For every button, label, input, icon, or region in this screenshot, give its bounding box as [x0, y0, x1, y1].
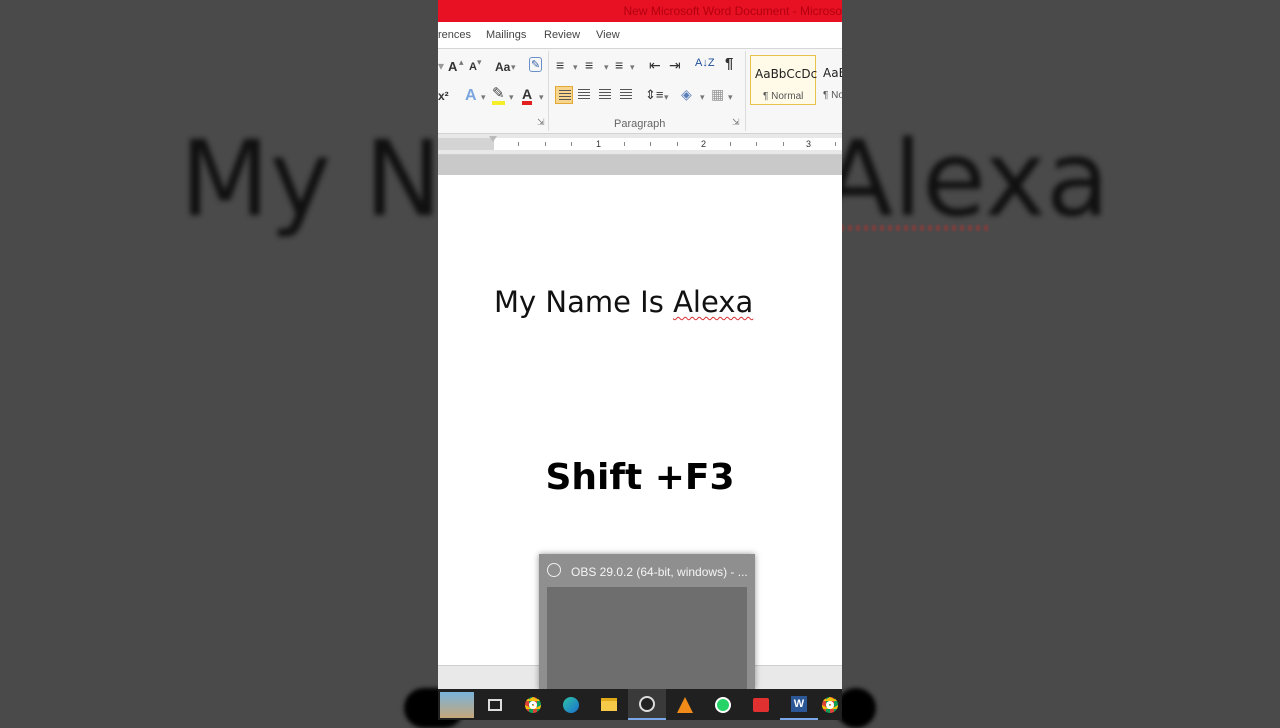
style-sample: AaBbCcDc — [755, 67, 818, 81]
landmark-wallpaper-icon[interactable] — [438, 689, 476, 720]
multilevel-dropdown-icon[interactable]: ▾ — [630, 62, 635, 73]
preview-thumbnail[interactable] — [547, 587, 747, 690]
tab-references[interactable]: rences — [438, 29, 471, 41]
highlight-dropdown-icon[interactable]: ▾ — [509, 92, 514, 103]
bullets-button[interactable]: ≡ — [556, 57, 564, 73]
borders-button[interactable]: ▦ — [711, 86, 724, 103]
word-window: New Microsoft Word Document - Microso re… — [438, 0, 842, 720]
tab-view[interactable]: View — [596, 29, 620, 41]
sort-button[interactable]: A↓Z — [695, 57, 715, 69]
style-no-spacing[interactable]: AaB ¶ No — [820, 55, 842, 105]
line-spacing-dropdown-icon[interactable]: ▾ — [664, 92, 669, 103]
line-spacing-button[interactable]: ⇕≡ — [645, 87, 663, 103]
font-dialog-launcher-icon[interactable]: ⇲ — [537, 117, 545, 128]
taskbar: W — [438, 689, 842, 720]
page-gap — [438, 155, 842, 175]
whatsapp-icon[interactable] — [704, 689, 742, 720]
background-spellcheck-underline — [840, 225, 988, 231]
decrease-indent-button[interactable]: ⇤ — [649, 57, 661, 74]
align-left-icon — [559, 90, 571, 102]
align-center-icon — [578, 89, 590, 101]
text-effects-dropdown-icon[interactable]: ▾ — [481, 92, 486, 103]
shortcut-overlay-caption: Shift +F3 — [545, 457, 735, 498]
obs-icon[interactable] — [628, 689, 666, 720]
align-center-button[interactable] — [575, 86, 593, 104]
title-bar: New Microsoft Word Document - Microso — [438, 0, 842, 22]
window-title: New Microsoft Word Document - Microso — [623, 4, 843, 18]
edge-icon[interactable] — [552, 689, 590, 720]
align-right-icon — [599, 89, 611, 101]
document-text-body: My Name Is — [494, 285, 674, 319]
paragraph-dialog-launcher-icon[interactable]: ⇲ — [732, 117, 740, 128]
bullets-dropdown-icon[interactable]: ▾ — [573, 62, 578, 73]
background-blur-shape — [836, 688, 876, 728]
multilevel-list-button[interactable]: ≡ — [615, 57, 623, 73]
style-name: ¶ Normal — [763, 91, 804, 102]
anydesk-icon[interactable] — [742, 689, 780, 720]
justify-button[interactable] — [617, 86, 635, 104]
align-right-button[interactable] — [596, 86, 614, 104]
clear-formatting-button[interactable]: ✎ — [529, 57, 543, 72]
file-explorer-icon[interactable] — [590, 689, 628, 720]
group-separator — [745, 51, 746, 131]
group-separator — [548, 51, 549, 131]
tab-mailings[interactable]: Mailings — [486, 29, 526, 41]
ribbon-partial-icon: ▾ — [438, 59, 445, 73]
ruler-number: 3 — [806, 139, 812, 149]
superscript-button[interactable]: x² — [438, 89, 449, 103]
style-name: ¶ No — [823, 90, 842, 101]
document-text[interactable]: My Name Is Alexa — [494, 285, 753, 319]
obs-icon — [547, 563, 561, 577]
style-normal[interactable]: AaBbCcDc ¶ Normal — [750, 55, 818, 105]
vlc-icon[interactable] — [666, 689, 704, 720]
ruler-number: 1 — [596, 139, 602, 149]
horizontal-ruler[interactable]: 1 2 3 — [438, 134, 842, 155]
ribbon-tabs: rences Mailings Review View — [438, 22, 842, 49]
font-color-dropdown-icon[interactable]: ▾ — [539, 92, 544, 103]
shading-button[interactable]: ◈ — [681, 86, 692, 103]
ruler-number: 2 — [701, 139, 707, 149]
ribbon: ▾ A ▴ A ▾ Aa ▾ ✎ x² A ▾ ✎ ▾ A ▾ ≡ ▾ ≡ ▾ … — [438, 49, 842, 134]
misspelled-word[interactable]: Alexa — [673, 285, 753, 319]
shrink-font-button[interactable]: A — [469, 61, 477, 73]
text-effects-button[interactable]: A — [465, 87, 477, 105]
justify-icon — [620, 89, 632, 101]
numbering-dropdown-icon[interactable]: ▾ — [604, 62, 609, 73]
chrome-icon[interactable] — [514, 689, 552, 720]
grow-font-button[interactable]: A — [448, 59, 457, 74]
highlight-color-button[interactable]: ✎ — [492, 86, 505, 105]
grow-font-caret-icon: ▴ — [459, 57, 464, 67]
borders-dropdown-icon[interactable]: ▾ — [728, 92, 733, 103]
chrome-icon[interactable] — [818, 689, 842, 720]
taskbar-window-preview[interactable]: OBS 29.0.2 (64-bit, windows) - ... — [539, 554, 755, 690]
tab-review[interactable]: Review — [544, 29, 580, 41]
font-color-button[interactable]: A — [522, 87, 533, 105]
word-icon[interactable]: W — [780, 689, 818, 720]
ruler-left-margin — [438, 138, 494, 150]
change-case-button[interactable]: Aa — [495, 60, 510, 74]
shading-dropdown-icon[interactable]: ▾ — [700, 92, 705, 103]
increase-indent-button[interactable]: ⇥ — [669, 57, 681, 74]
task-view-icon[interactable] — [476, 689, 514, 720]
show-formatting-marks-button[interactable]: ¶ — [725, 55, 733, 72]
shrink-font-caret-icon: ▾ — [477, 57, 482, 67]
paragraph-group-label: Paragraph — [614, 118, 666, 130]
style-sample: AaB — [823, 66, 842, 80]
preview-caption: OBS 29.0.2 (64-bit, windows) - ... — [571, 565, 748, 579]
indent-marker-icon[interactable] — [489, 136, 497, 142]
numbering-button[interactable]: ≡ — [585, 57, 593, 73]
align-left-button[interactable] — [555, 86, 573, 104]
change-case-dropdown-icon[interactable]: ▾ — [511, 62, 516, 73]
